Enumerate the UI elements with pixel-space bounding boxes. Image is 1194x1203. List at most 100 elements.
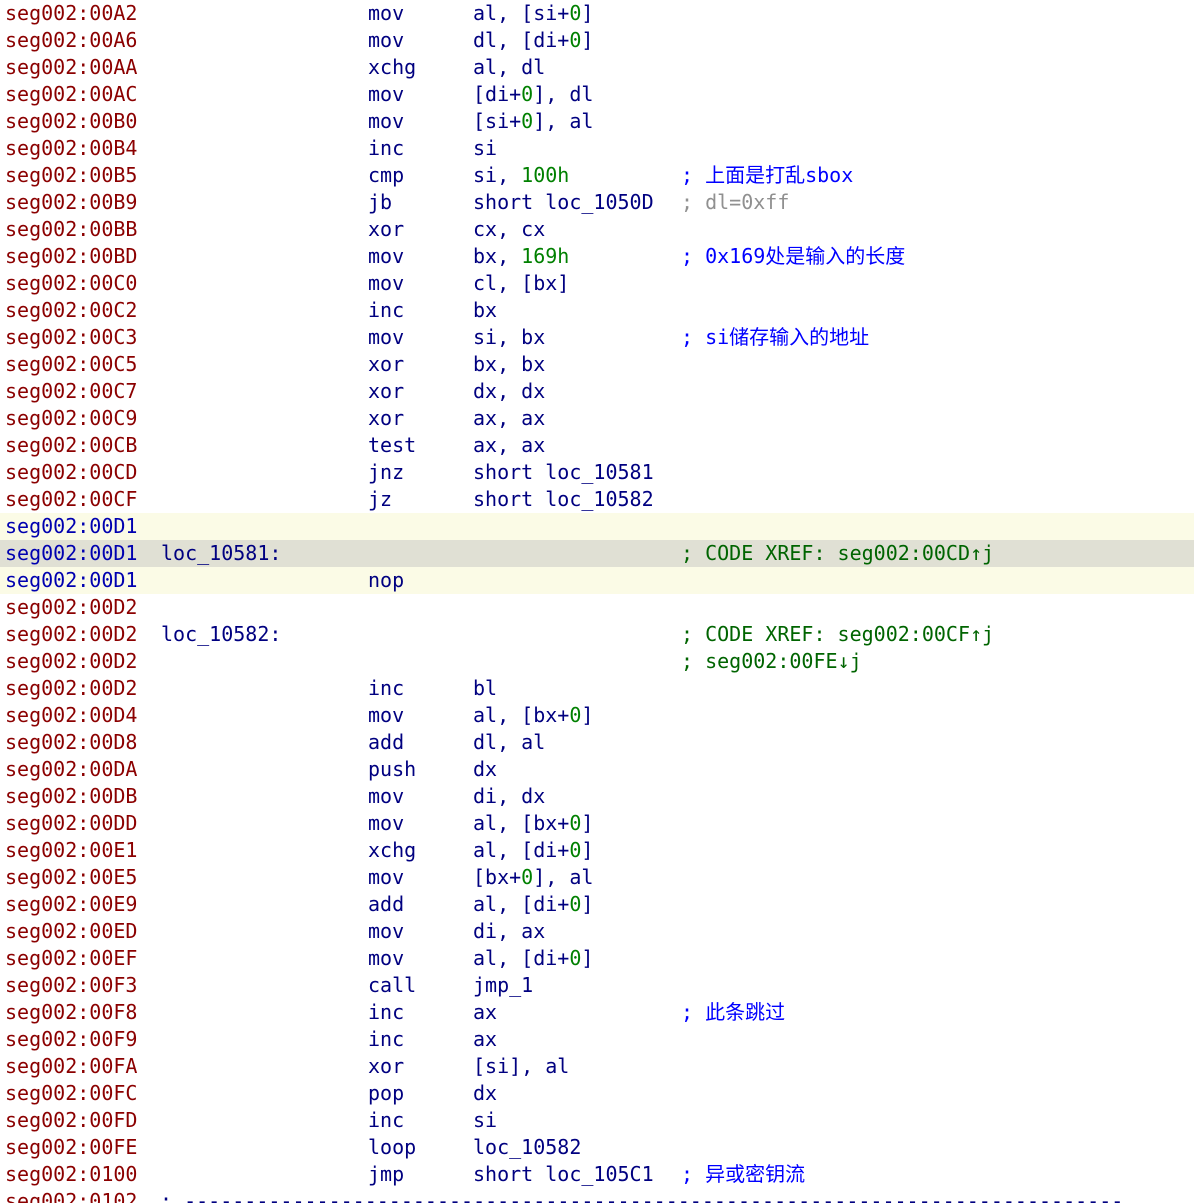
instruction-operands[interactable]: al, [bx+0]	[473, 702, 593, 729]
listing-row[interactable]: seg002:00D2 inc bl	[0, 675, 1194, 702]
instruction-operands[interactable]: al, dl	[473, 54, 545, 81]
instruction-operands[interactable]: [si], al	[473, 1053, 569, 1080]
instruction-operands[interactable]: al, [di+0]	[473, 891, 593, 918]
listing-row[interactable]: seg002:00D1 loc_10581: ; CODE XREF: seg002…	[0, 540, 1194, 567]
instruction-mnemonic[interactable]: test	[368, 432, 416, 459]
row-address[interactable]: seg002:0102	[5, 1188, 137, 1203]
instruction-mnemonic[interactable]: mov	[368, 243, 404, 270]
instruction-operands[interactable]: ax, ax	[473, 432, 545, 459]
instruction-mnemonic[interactable]: mov	[368, 783, 404, 810]
instruction-mnemonic[interactable]: xor	[368, 351, 404, 378]
row-address[interactable]: seg002:00AC	[5, 81, 137, 108]
instruction-mnemonic[interactable]: mov	[368, 270, 404, 297]
listing-row[interactable]: seg002:00FC pop dx	[0, 1080, 1194, 1107]
instruction-operands[interactable]: cl, [bx]	[473, 270, 569, 297]
row-address[interactable]: seg002:00D1	[5, 513, 137, 540]
instruction-operands[interactable]: al, [di+0]	[473, 945, 593, 972]
instruction-operands[interactable]: dl, [di+0]	[473, 27, 593, 54]
listing-row[interactable]: seg002:00D8 add dl, al	[0, 729, 1194, 756]
instruction-mnemonic[interactable]: push	[368, 756, 416, 783]
listing-row[interactable]: seg002:00DA push dx	[0, 756, 1194, 783]
instruction-operands[interactable]: al, [bx+0]	[473, 810, 593, 837]
row-address[interactable]: seg002:00D1	[5, 567, 137, 594]
row-address[interactable]: seg002:00A2	[5, 0, 137, 27]
row-address[interactable]: seg002:00FA	[5, 1053, 137, 1080]
row-address[interactable]: seg002:00E9	[5, 891, 137, 918]
listing-row[interactable]: seg002:00E9 add al, [di+0]	[0, 891, 1194, 918]
row-address[interactable]: seg002:00BB	[5, 216, 137, 243]
listing-row[interactable]: seg002:00FD inc si	[0, 1107, 1194, 1134]
row-address[interactable]: seg002:00D2	[5, 594, 137, 621]
row-address[interactable]: seg002:00F8	[5, 999, 137, 1026]
instruction-operands[interactable]: [di+0], dl	[473, 81, 593, 108]
instruction-operands[interactable]: bx, bx	[473, 351, 545, 378]
listing-row[interactable]: seg002:00D2	[0, 594, 1194, 621]
instruction-operands[interactable]: bl	[473, 675, 497, 702]
row-address[interactable]: seg002:00C0	[5, 270, 137, 297]
instruction-mnemonic[interactable]: mov	[368, 108, 404, 135]
instruction-mnemonic[interactable]: mov	[368, 810, 404, 837]
code-label[interactable]: loc_10582:	[161, 621, 281, 648]
instruction-mnemonic[interactable]: mov	[368, 324, 404, 351]
listing-row[interactable]: seg002:00C0 mov cl, [bx]	[0, 270, 1194, 297]
instruction-mnemonic[interactable]: cmp	[368, 162, 404, 189]
instruction-operands[interactable]: si	[473, 1107, 497, 1134]
instruction-operands[interactable]: bx	[473, 297, 497, 324]
row-address[interactable]: seg002:00AA	[5, 54, 137, 81]
instruction-mnemonic[interactable]: add	[368, 891, 404, 918]
instruction-operands[interactable]: ax	[473, 999, 497, 1026]
listing-row[interactable]: seg002:00C3 mov si, bx ; si储存输入的地址	[0, 324, 1194, 351]
listing-row[interactable]: seg002:00DD mov al, [bx+0]	[0, 810, 1194, 837]
instruction-mnemonic[interactable]: xor	[368, 216, 404, 243]
instruction-mnemonic[interactable]: xor	[368, 378, 404, 405]
instruction-mnemonic[interactable]: mov	[368, 702, 404, 729]
instruction-mnemonic[interactable]: pop	[368, 1080, 404, 1107]
row-address[interactable]: seg002:00FE	[5, 1134, 137, 1161]
row-address[interactable]: seg002:00CF	[5, 486, 137, 513]
listing-row[interactable]: seg002:00C7 xor dx, dx	[0, 378, 1194, 405]
instruction-mnemonic[interactable]: xchg	[368, 54, 416, 81]
instruction-mnemonic[interactable]: xor	[368, 1053, 404, 1080]
row-address[interactable]: seg002:00B4	[5, 135, 137, 162]
instruction-operands[interactable]: dx, dx	[473, 378, 545, 405]
listing-row[interactable]: seg002:00D2 loc_10582: ; CODE XREF: seg002…	[0, 621, 1194, 648]
row-address[interactable]: seg002:00C3	[5, 324, 137, 351]
instruction-mnemonic[interactable]: inc	[368, 675, 404, 702]
instruction-mnemonic[interactable]: mov	[368, 918, 404, 945]
instruction-mnemonic[interactable]: mov	[368, 945, 404, 972]
listing-row[interactable]: seg002:00B4 inc si	[0, 135, 1194, 162]
code-label[interactable]: loc_10581:	[161, 540, 281, 567]
row-address[interactable]: seg002:00A6	[5, 27, 137, 54]
instruction-operands[interactable]: [si+0], al	[473, 108, 593, 135]
instruction-operands[interactable]: di, dx	[473, 783, 545, 810]
row-address[interactable]: seg002:00DB	[5, 783, 137, 810]
listing-row[interactable]: seg002:00D4 mov al, [bx+0]	[0, 702, 1194, 729]
instruction-mnemonic[interactable]: jmp	[368, 1161, 404, 1188]
row-address[interactable]: seg002:00EF	[5, 945, 137, 972]
instruction-mnemonic[interactable]: inc	[368, 297, 404, 324]
row-address[interactable]: seg002:00E5	[5, 864, 137, 891]
listing-row[interactable]: seg002:00AA xchg al, dl	[0, 54, 1194, 81]
listing-row[interactable]: seg002:00DB mov di, dx	[0, 783, 1194, 810]
row-address[interactable]: seg002:00C2	[5, 297, 137, 324]
listing-row[interactable]: seg002:00C9 xor ax, ax	[0, 405, 1194, 432]
row-address[interactable]: seg002:00D4	[5, 702, 137, 729]
instruction-operands[interactable]: ax	[473, 1026, 497, 1053]
row-address[interactable]: seg002:00CD	[5, 459, 137, 486]
instruction-operands[interactable]: dl, al	[473, 729, 545, 756]
listing-row[interactable]: seg002:00E5 mov [bx+0], al	[0, 864, 1194, 891]
listing-row[interactable]: seg002:00ED mov di, ax	[0, 918, 1194, 945]
row-address[interactable]: seg002:00D2	[5, 675, 137, 702]
row-address[interactable]: seg002:00ED	[5, 918, 137, 945]
instruction-mnemonic[interactable]: jb	[368, 189, 392, 216]
instruction-mnemonic[interactable]: nop	[368, 567, 404, 594]
instruction-operands[interactable]: short loc_10581	[473, 459, 654, 486]
listing-row[interactable]: seg002:00BB xor cx, cx	[0, 216, 1194, 243]
instruction-mnemonic[interactable]: inc	[368, 1107, 404, 1134]
instruction-mnemonic[interactable]: inc	[368, 135, 404, 162]
instruction-operands[interactable]: short loc_105C1	[473, 1161, 654, 1188]
instruction-mnemonic[interactable]: inc	[368, 1026, 404, 1053]
listing-row[interactable]: seg002:00FE loop loc_10582	[0, 1134, 1194, 1161]
listing-row[interactable]: seg002:00F8 inc ax ; 此条跳过	[0, 999, 1194, 1026]
row-address[interactable]: seg002:00F9	[5, 1026, 137, 1053]
